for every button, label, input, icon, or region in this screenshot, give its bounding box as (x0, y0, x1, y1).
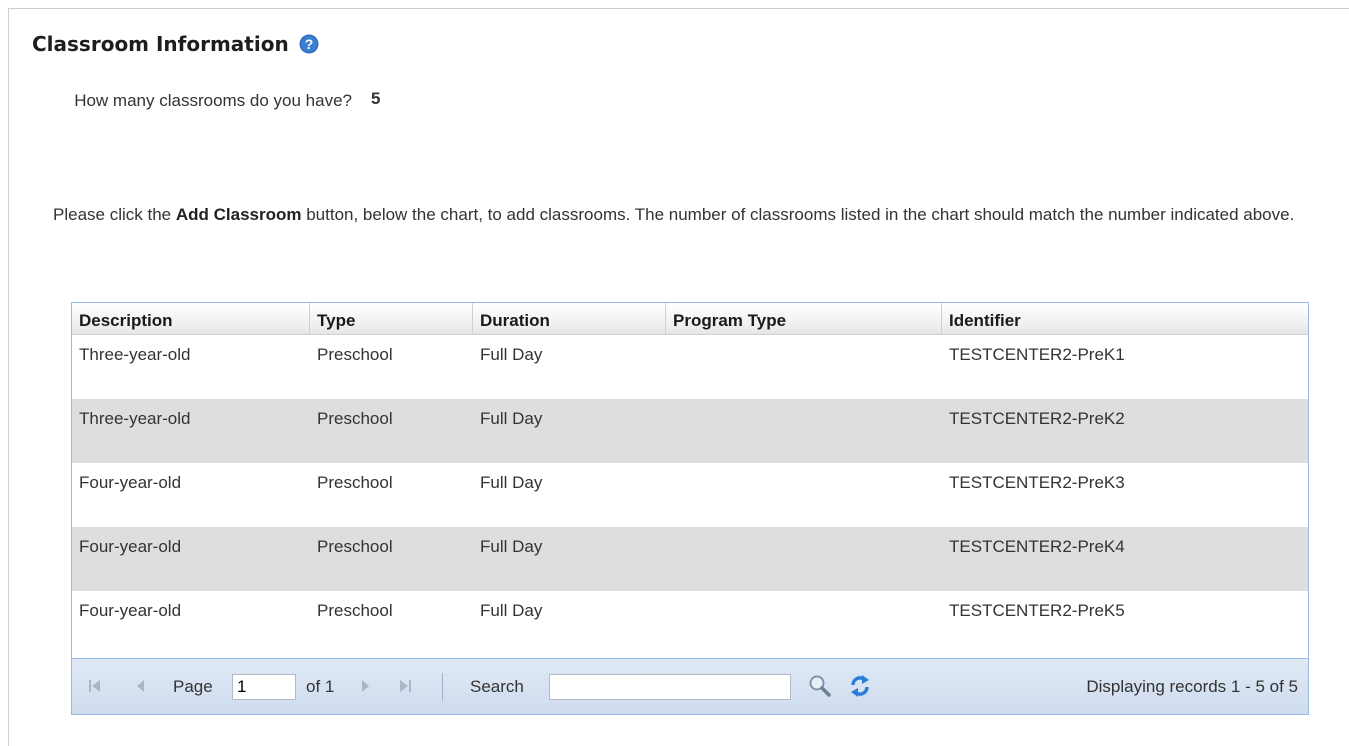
grid-pager: Page of 1 Search Displaying records 1 - … (72, 658, 1308, 714)
cell-program-type (666, 463, 942, 527)
cell-duration: Full Day (480, 409, 543, 428)
grid-body: Three-year-old Preschool Full Day TESTCE… (72, 335, 1308, 655)
table-row[interactable]: Four-year-old Preschool Full Day TESTCEN… (72, 591, 1308, 655)
cell-program-type (666, 335, 942, 399)
cell-type: Preschool (317, 537, 393, 556)
prev-page-icon[interactable] (132, 677, 150, 695)
pager-separator (442, 673, 443, 701)
cell-description: Three-year-old (79, 345, 191, 364)
table-row[interactable]: Three-year-old Preschool Full Day TESTCE… (72, 399, 1308, 463)
last-page-icon[interactable] (396, 677, 414, 695)
instructions-before: Please click the (53, 205, 176, 224)
cell-type: Preschool (317, 601, 393, 620)
cell-description: Four-year-old (79, 537, 182, 556)
cell-description: Four-year-old (79, 601, 182, 620)
help-icon[interactable]: ? (299, 34, 319, 54)
instructions-text: Please click the Add Classroom button, b… (53, 203, 1333, 227)
column-header-program-type[interactable]: Program Type (666, 303, 942, 334)
refresh-icon[interactable] (848, 673, 872, 699)
first-page-icon[interactable] (86, 677, 104, 695)
cell-duration: Full Day (480, 473, 543, 492)
cell-identifier: TESTCENTER2-PreK2 (949, 409, 1125, 428)
cell-identifier: TESTCENTER2-PreK5 (949, 601, 1125, 620)
column-header-description[interactable]: Description (72, 303, 310, 334)
column-header-type[interactable]: Type (310, 303, 473, 334)
cell-identifier: TESTCENTER2-PreK1 (949, 345, 1125, 364)
cell-program-type (666, 591, 942, 655)
cell-identifier: TESTCENTER2-PreK4 (949, 537, 1125, 556)
instructions-after: button, below the chart, to add classroo… (301, 205, 1295, 224)
classroom-grid: Description Type Duration Program Type I… (71, 302, 1309, 715)
cell-type: Preschool (317, 409, 393, 428)
page-count-label: of 1 (306, 677, 335, 696)
table-row[interactable]: Four-year-old Preschool Full Day TESTCEN… (72, 527, 1308, 591)
cell-type: Preschool (317, 473, 393, 492)
table-row[interactable]: Four-year-old Preschool Full Day TESTCEN… (72, 463, 1308, 527)
cell-duration: Full Day (480, 537, 543, 556)
column-header-identifier[interactable]: Identifier (942, 303, 1308, 334)
page-number-input[interactable] (232, 674, 296, 700)
instructions-bold: Add Classroom (175, 205, 302, 224)
search-input[interactable] (549, 674, 791, 700)
svg-text:?: ? (304, 36, 313, 52)
page-label: Page (173, 677, 213, 696)
section-title: Classroom Information (32, 32, 289, 56)
grid-header: Description Type Duration Program Type I… (72, 303, 1308, 335)
next-page-icon[interactable] (356, 677, 374, 695)
cell-duration: Full Day (480, 601, 543, 620)
cell-description: Four-year-old (79, 473, 182, 492)
cell-duration: Full Day (480, 345, 543, 364)
classroom-count-value: 5 (371, 89, 381, 108)
search-label: Search (470, 677, 524, 696)
search-magnifier-icon[interactable] (807, 673, 833, 699)
table-row[interactable]: Three-year-old Preschool Full Day TESTCE… (72, 335, 1308, 399)
cell-type: Preschool (317, 345, 393, 364)
cell-program-type (666, 399, 942, 463)
column-header-duration[interactable]: Duration (473, 303, 666, 334)
classroom-count-label: How many classrooms do you have? (74, 91, 352, 110)
records-status: Displaying records 1 - 5 of 5 (1086, 677, 1298, 696)
cell-description: Three-year-old (79, 409, 191, 428)
cell-program-type (666, 527, 942, 591)
section-heading: Classroom Information ? (32, 32, 319, 56)
cell-identifier: TESTCENTER2-PreK3 (949, 473, 1125, 492)
